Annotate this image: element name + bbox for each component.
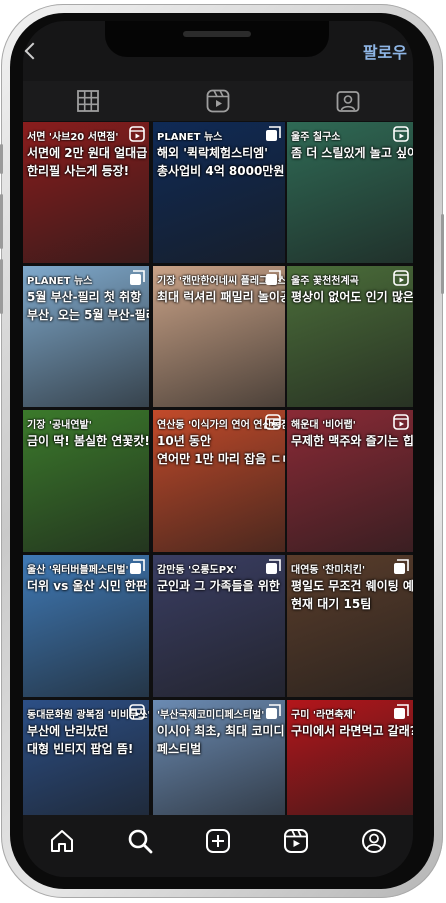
search-icon xyxy=(128,829,153,854)
post-subtitle: 부산, 오는 5월 부산-필리 첫 취항 스케줄 확정 xyxy=(27,308,149,322)
reels-icon xyxy=(284,829,308,853)
post-title: 서면에 2만 원대 얼대급 xyxy=(27,146,148,160)
notch xyxy=(105,21,329,57)
nav-create[interactable] xyxy=(196,821,240,861)
post-tile[interactable]: 구미 '라면축제' 구미에서 라면먹고 갈래? xyxy=(287,700,413,820)
post-location-label: 대연동 '찬미치킨' xyxy=(291,565,366,576)
post-location-label: 연산동 '이식가의 연어 연산동점' xyxy=(157,420,285,431)
post-subtitle: 페스티벌 xyxy=(157,742,202,756)
post-location-label: PLANET 뉴스 xyxy=(157,132,223,143)
post-title: 부산에 난리났던 xyxy=(27,724,109,738)
post-title: 10년 동안 xyxy=(157,434,211,448)
phone-screen: 팔로우 서면 '사브20 서면점' 서면에 2만 원대 얼대급 한리필 사는게 … xyxy=(23,21,413,877)
post-subtitle: 연어만 1만 마리 잡음 ㄷㄷ xyxy=(157,452,285,466)
post-location-label: 기장 '캔만한어네씨 플레그십스토어' xyxy=(157,276,285,287)
post-location-label: 기장 '공내연밭' xyxy=(27,420,92,431)
carousel-badge-icon xyxy=(265,270,281,290)
post-title: 구미에서 라면먹고 갈래? xyxy=(291,724,413,738)
post-location-label: 울주 꽃천천계곡 xyxy=(291,276,359,287)
post-subtitle: 총사업비 4억 8000만원 규모 xyxy=(157,164,285,178)
post-tile[interactable]: 울산 '워터버블페스티벌' 더위 vs 울산 시민 한판 대결 xyxy=(23,555,149,697)
carousel-badge-icon xyxy=(393,704,409,724)
post-title: 더위 vs 울산 시민 한판 대결 xyxy=(27,579,149,593)
post-tile[interactable]: 기장 '캔만한어네씨 플레그십스토어' 최대 럭셔리 패밀리 놀이공원! xyxy=(153,266,285,407)
post-tile[interactable]: PLANET 뉴스 5월 부산-필리 첫 취항부산, 오는 5월 부산-필리 첫 … xyxy=(23,266,149,407)
reels-icon xyxy=(206,89,230,113)
post-title: 평일도 무조건 웨이팅 예약 xyxy=(291,579,413,593)
post-title: 좀 더 스릴있게 놀고 싶어 xyxy=(291,146,413,160)
nav-home[interactable] xyxy=(40,821,84,861)
carousel-badge-icon xyxy=(265,126,281,146)
post-location-label: 해운대 '비어랩' xyxy=(291,420,356,431)
bottom-nav xyxy=(23,815,413,877)
nav-reels[interactable] xyxy=(274,821,318,861)
speaker xyxy=(183,31,251,37)
post-subtitle: 현재 대기 15팀 xyxy=(291,597,372,611)
post-title: 이시아 최초, 최대 코미디 xyxy=(157,724,285,738)
reel-badge-icon xyxy=(129,126,145,146)
post-title: 해외 '퀵락체험스티엠' xyxy=(157,146,268,160)
post-title: 최대 럭셔리 패밀리 놀이공원! xyxy=(157,290,285,304)
carousel-badge-icon xyxy=(265,559,281,579)
carousel-badge-icon xyxy=(129,559,145,579)
reel-badge-icon xyxy=(265,414,281,434)
post-title: 평상이 없어도 인기 많은 계곡 xyxy=(291,290,413,304)
carousel-badge-icon xyxy=(129,270,145,290)
profile-icon xyxy=(362,829,386,853)
profile-tabs xyxy=(23,81,413,121)
grid-icon xyxy=(77,90,99,112)
post-title: 5월 부산-필리 첫 취항 xyxy=(27,290,142,304)
post-title: 군인과 그 가족들을 위한 xyxy=(157,579,280,593)
post-location-label: 구미 '라면축제' xyxy=(291,710,356,721)
follow-button[interactable]: 팔로우 xyxy=(363,39,407,63)
reel-badge-icon xyxy=(393,126,409,146)
post-title: 금이 딱! 봄실한 연꽃캇! xyxy=(27,434,149,448)
post-tile[interactable]: 울주 칠구소좀 더 스릴있게 놀고 싶어 xyxy=(287,122,413,263)
post-location-label: 서면 '사브20 서면점' xyxy=(27,132,119,143)
post-location-label: 감만동 '오롱도PX' xyxy=(157,565,237,576)
post-tile[interactable]: 해운대 '비어랩' 무제한 맥주와 즐기는 힙한 술 xyxy=(287,410,413,552)
post-location-label: 울산 '워터버블페스티벌' xyxy=(27,565,129,576)
post-location-label: 울주 칠구소 xyxy=(291,132,341,143)
post-subtitle: 대형 빈티지 팝업 뜸! xyxy=(27,742,134,756)
side-button xyxy=(0,194,3,249)
carousel-badge-icon xyxy=(265,704,281,724)
side-button xyxy=(441,214,444,294)
side-button xyxy=(0,144,3,174)
reel-badge-icon xyxy=(393,414,409,434)
tagged-icon xyxy=(336,91,360,112)
post-tile[interactable]: 감만동 '오롱도PX' 군인과 그 가족들을 위한 xyxy=(153,555,285,697)
post-tile[interactable]: 서면 '사브20 서면점' 서면에 2만 원대 얼대급한리필 사는게 등장! xyxy=(23,122,149,263)
post-subtitle: 한리필 사는게 등장! xyxy=(27,164,130,178)
post-location-label: PLANET 뉴스 xyxy=(27,276,93,287)
post-tile[interactable]: 기장 '공내연밭' 금이 딱! 봄실한 연꽃캇! xyxy=(23,410,149,552)
carousel-badge-icon xyxy=(393,559,409,579)
reel-badge-icon xyxy=(129,704,145,724)
plus-square-icon xyxy=(206,829,230,853)
tab-reels[interactable] xyxy=(194,83,242,119)
post-tile[interactable]: PLANET 뉴스해외 '퀵락체험스티엠' 총사업비 4억 8000만원 규모 xyxy=(153,122,285,263)
post-tile[interactable]: 동대문화원 광복점 '비비무쓰' 부산에 난리났던대형 빈티지 팝업 뜸! xyxy=(23,700,149,820)
top-bar: 팔로우 xyxy=(23,21,413,81)
post-location-label: 동대문화원 광복점 '비비무쓰' xyxy=(27,710,149,721)
post-tile[interactable]: 울주 꽃천천계곡평상이 없어도 인기 많은 계곡 xyxy=(287,266,413,407)
post-location-label: '부산국제코미디페스티벌' xyxy=(157,710,265,721)
post-tile[interactable]: 대연동 '찬미치킨' 평일도 무조건 웨이팅 예약현재 대기 15팀 xyxy=(287,555,413,697)
nav-profile[interactable] xyxy=(352,821,396,861)
post-tile[interactable]: '부산국제코미디페스티벌' 이시아 최초, 최대 코미디페스티벌 xyxy=(153,700,285,820)
back-icon[interactable] xyxy=(24,42,42,60)
tab-grid[interactable] xyxy=(64,83,112,119)
post-title: 무제한 맥주와 즐기는 힙한 술 xyxy=(291,434,413,448)
post-tile[interactable]: 연산동 '이식가의 연어 연산동점' 10년 동안연어만 1만 마리 잡음 ㄷㄷ xyxy=(153,410,285,552)
reel-badge-icon xyxy=(393,270,409,290)
side-button xyxy=(0,259,3,314)
nav-search[interactable] xyxy=(118,821,162,861)
tab-tagged[interactable] xyxy=(324,83,372,119)
home-icon xyxy=(51,830,73,852)
